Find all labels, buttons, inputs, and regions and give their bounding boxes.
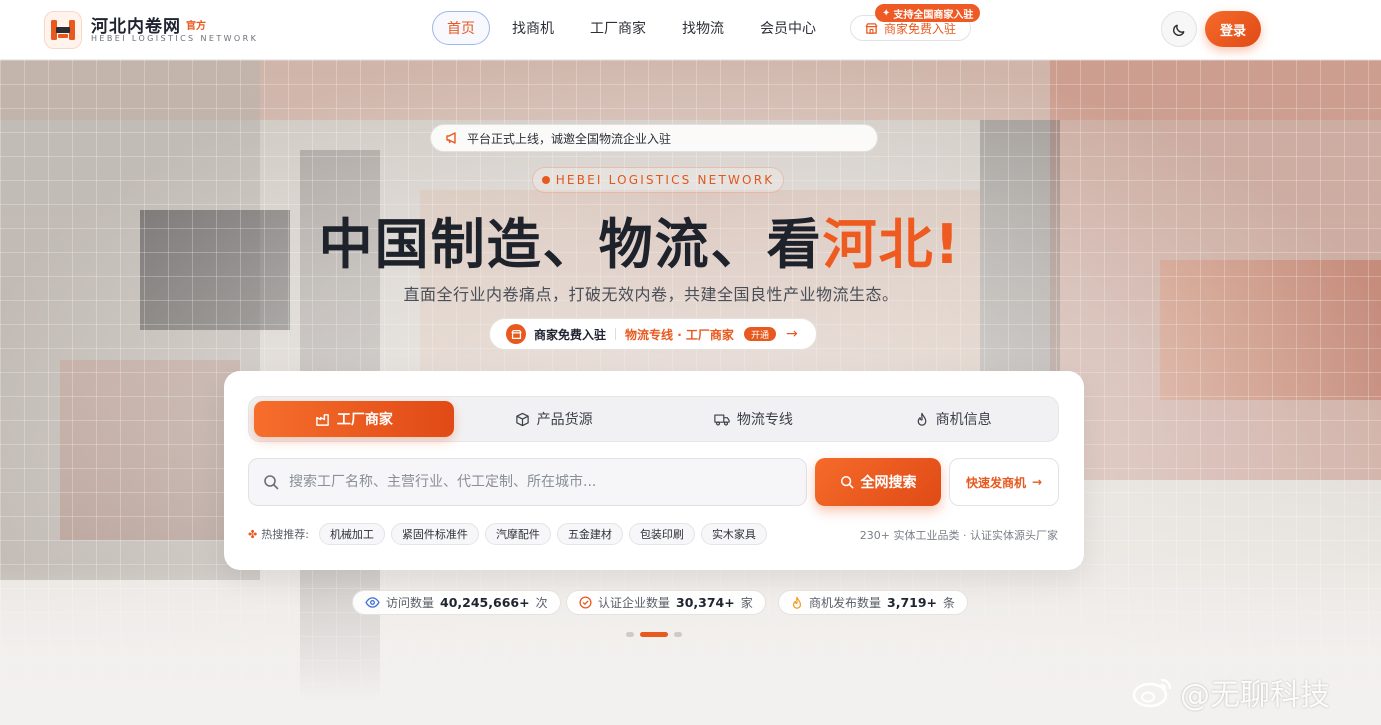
nav-find-logistics[interactable]: 找物流 [664, 11, 742, 45]
nav-factories[interactable]: 工厂商家 [572, 11, 664, 45]
carousel-dot[interactable] [674, 632, 682, 637]
truck-icon [714, 413, 730, 425]
tagline-dot [541, 176, 550, 184]
carousel-indicators [626, 632, 682, 637]
hero-headline: 中国制造、物流、看河北! [0, 200, 1280, 279]
tab-label: 商机信息 [935, 412, 992, 428]
store-icon [506, 324, 526, 344]
megaphone-icon [446, 132, 456, 144]
cta-open-badge: 开通 [743, 327, 776, 341]
top-navbar: 河北内卷网 官方 HEBEI LOGISTICS NETWORK 首页 找商机 … [0, 0, 1381, 60]
stat-unit: 家 [740, 596, 753, 610]
factory-icon [316, 413, 329, 426]
announcement-bar[interactable]: 平台正式上线，诚邀全国物流企业入驻 [430, 124, 878, 152]
watermark-text: @无聊科技 [1180, 678, 1330, 713]
merchant-join-label: 商家免费入驻 [884, 21, 957, 36]
stat-visits: 访问数量 40,245,666+ 次 [352, 590, 561, 615]
nav-home[interactable]: 首页 [432, 11, 490, 45]
flame-icon [917, 412, 926, 426]
tab-products[interactable]: 产品货源 [454, 401, 654, 437]
hot-searches-label: ✤ 热搜推荐: [248, 526, 309, 542]
merchant-join-button[interactable]: ✦ 支持全国商家入驻 商家免费入驻 [850, 4, 981, 41]
theme-toggle-button[interactable] [1161, 11, 1197, 47]
hot-tag[interactable]: 五金建材 [556, 523, 623, 545]
official-tag: 官方 [186, 21, 206, 32]
merchant-join-cta[interactable]: 商家免费入驻 物流专线 · 工厂商家 开通 → [489, 318, 817, 350]
moon-icon [1172, 24, 1184, 36]
box-icon [515, 412, 529, 426]
english-tagline: HEBEI LOGISTICS NETWORK [532, 167, 784, 193]
search-field[interactable] [248, 458, 807, 506]
nav-find-opportunities[interactable]: 找商机 [494, 11, 572, 45]
stat-label: 访问数量 [386, 596, 435, 610]
arrow-right-icon: → [1031, 475, 1043, 489]
quick-post-label: 快速发商机 [965, 475, 1026, 490]
tab-opportunities[interactable]: 商机信息 [853, 401, 1053, 437]
stat-opportunities: 商机发布数量 3,719+ 条 [778, 590, 969, 615]
store-icon [865, 22, 878, 34]
sparkle-icon: ✤ [248, 527, 258, 541]
main-nav: 首页 找商机 工厂商家 找物流 会员中心 ✦ 支持全国商家入驻 商家免费入驻 [432, 4, 981, 45]
arrow-right-icon: → [785, 326, 798, 342]
stat-label: 认证企业数量 [598, 596, 671, 610]
cta-primary-text: 商家免费入驻 [534, 327, 607, 342]
weibo-logo-icon [1132, 678, 1172, 708]
global-search-button[interactable]: 全网搜索 [815, 458, 941, 506]
hot-tag[interactable]: 实木家具 [700, 523, 767, 545]
hot-tag[interactable]: 机械加工 [318, 523, 385, 545]
stat-value: 3,719+ [887, 595, 938, 610]
tab-label: 产品货源 [536, 412, 593, 428]
brand-logo-icon[interactable] [44, 11, 82, 49]
login-button[interactable]: 登录 [1205, 11, 1261, 47]
watermark: @无聊科技 [1132, 670, 1330, 714]
tab-label: 工厂商家 [336, 412, 393, 428]
carousel-dot[interactable] [626, 632, 634, 637]
global-search-label: 全网搜索 [860, 475, 917, 491]
search-input[interactable] [289, 474, 789, 490]
search-icon [840, 475, 853, 489]
stat-value: 30,374+ [676, 595, 735, 610]
cta-divider [615, 328, 617, 340]
hero-subheadline: 直面全行业内卷痛点，打破无效内卷，共建全国良性产业物流生态。 [403, 285, 899, 304]
hot-searches-label-text: 热搜推荐: [261, 528, 309, 541]
flame-icon [792, 596, 802, 609]
brand-subtitle: HEBEI LOGISTICS NETWORK [91, 34, 259, 43]
carousel-dot-active[interactable] [640, 632, 668, 637]
stat-value: 40,245,666+ [440, 595, 530, 610]
hot-searches: ✤ 热搜推荐: 机械加工 紧固件标准件 汽摩配件 五金建材 包装印刷 实木家具 [248, 523, 767, 545]
merchant-join-badge: ✦ 支持全国商家入驻 [875, 4, 981, 22]
eye-icon [365, 597, 380, 608]
stat-label: 商机发布数量 [809, 596, 882, 610]
search-tabs: 工厂商家 产品货源 物流专线 商机信息 [248, 396, 1059, 442]
cta-secondary-text: 物流专线 · 工厂商家 [625, 327, 734, 342]
headline-main: 中国制造、物流、看 [318, 213, 823, 276]
hot-tag[interactable]: 包装印刷 [628, 523, 695, 545]
nav-member-center[interactable]: 会员中心 [742, 11, 834, 45]
check-badge-icon [579, 596, 592, 609]
stat-unit: 条 [943, 596, 956, 610]
category-note: 230+ 实体工业品类 · 认证实体源头厂家 [859, 529, 1058, 542]
hot-tag[interactable]: 汽摩配件 [484, 523, 551, 545]
announcement-text: 平台正式上线，诚邀全国物流企业入驻 [467, 131, 672, 146]
merchant-join-badge-text: 支持全国商家入驻 [893, 9, 974, 21]
tab-label: 物流专线 [736, 412, 793, 428]
tab-logistics[interactable]: 物流专线 [654, 401, 854, 437]
tab-factories[interactable]: 工厂商家 [254, 401, 454, 437]
search-panel: 工厂商家 产品货源 物流专线 商机信息 全网搜索 快速发商机 → ✤ 热搜推荐:… [224, 371, 1084, 570]
sparkle-icon: ✦ [882, 7, 891, 19]
english-tagline-text: HEBEI LOGISTICS NETWORK [555, 173, 775, 187]
hot-tag[interactable]: 紧固件标准件 [390, 523, 479, 545]
stat-certified: 认证企业数量 30,374+ 家 [566, 590, 766, 615]
quick-post-button[interactable]: 快速发商机 → [949, 458, 1059, 506]
stat-unit: 次 [535, 596, 548, 610]
headline-highlight: 河北! [822, 213, 962, 276]
search-icon [264, 475, 279, 490]
